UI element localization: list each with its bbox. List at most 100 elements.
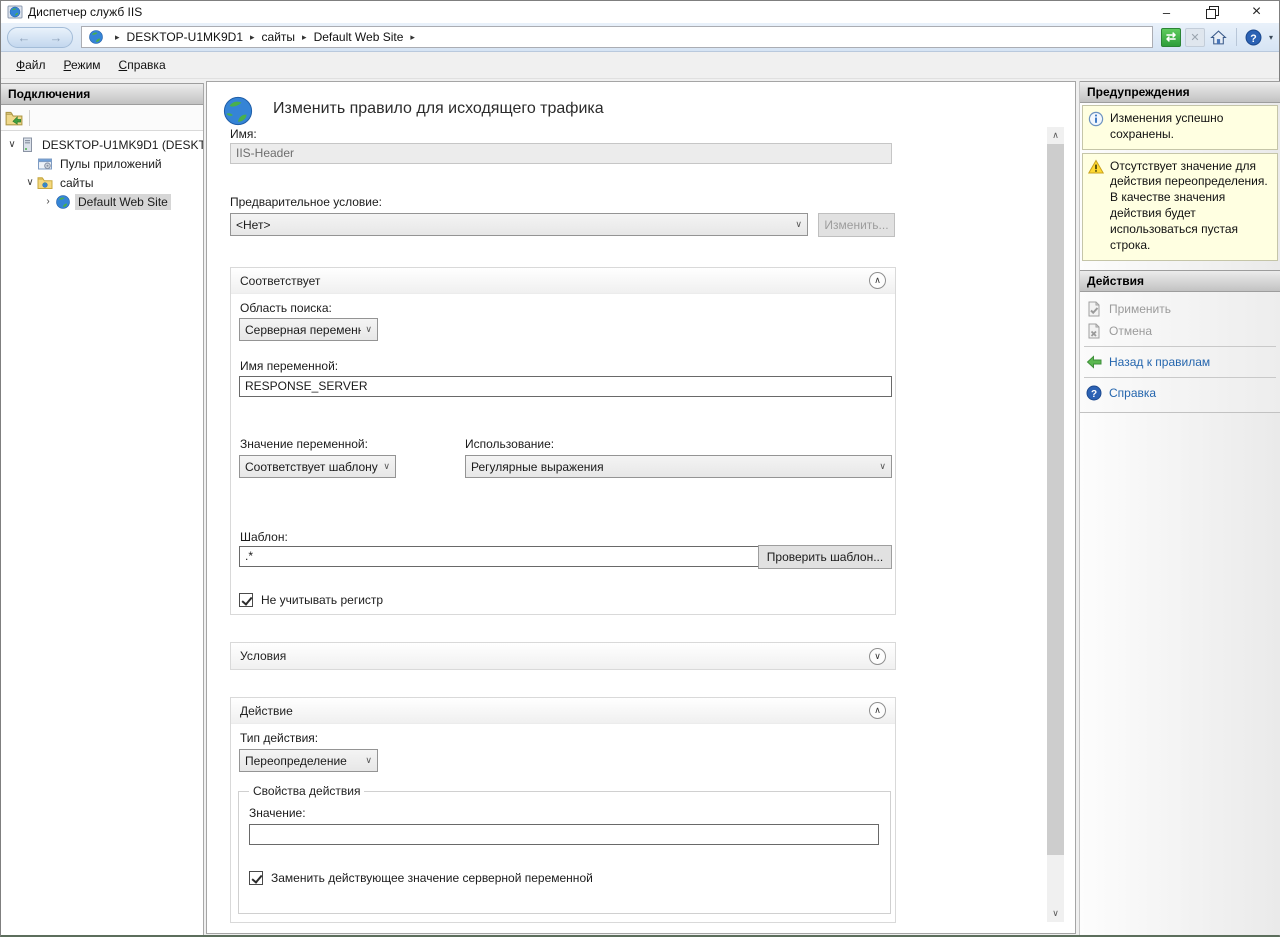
breadcrumb-arrow-icon[interactable]: ▸	[410, 32, 415, 43]
toolbar-separator	[1236, 28, 1237, 46]
action-properties-legend: Свойства действия	[249, 784, 364, 798]
close-button[interactable]: ×	[1234, 1, 1279, 23]
tree-expanded-icon[interactable]: ∨	[23, 177, 37, 188]
svg-text:?: ?	[1251, 32, 1257, 44]
stop-icon: ✕	[1190, 31, 1199, 44]
back-to-rules-label: Назад к правилам	[1109, 355, 1210, 369]
action-value-input[interactable]	[249, 824, 879, 845]
iis-app-icon	[7, 4, 23, 20]
menu-help[interactable]: Справка	[110, 54, 175, 76]
tree-collapsed-icon[interactable]: ›	[41, 196, 55, 207]
refresh-icon: ⇄	[1166, 30, 1176, 44]
chevron-down-icon: ∨	[795, 219, 802, 230]
collapse-section-button[interactable]: ∧	[869, 272, 886, 289]
action-properties-group: Свойства действия Значение: Заменить дей…	[238, 784, 891, 914]
breadcrumb-arrow-icon[interactable]: ▸	[302, 32, 307, 43]
chevron-down-icon: ∨	[365, 324, 372, 335]
scroll-up-button[interactable]: ∧	[1047, 127, 1064, 144]
conditions-section-header[interactable]: Условия ∨	[231, 643, 895, 669]
refresh-button[interactable]: ⇄	[1161, 28, 1181, 47]
tree-item-default-web-site[interactable]: › Default Web Site	[1, 192, 203, 211]
apply-action: Применить	[1080, 298, 1280, 320]
chevron-down-icon: ∨	[879, 461, 886, 472]
warning-alert: Отсутствует значение для действия переоп…	[1082, 153, 1278, 261]
iis-manager-window: Диспетчер служб IIS – × ← → ▸ DESKTOP-U1…	[0, 0, 1280, 937]
cancel-icon	[1086, 323, 1102, 339]
pattern-input[interactable]: .*	[239, 546, 759, 567]
variable-value-value: Соответствует шаблону	[245, 460, 379, 474]
tree-expanded-icon[interactable]: ∨	[5, 139, 19, 150]
expand-section-button[interactable]: ∨	[869, 648, 886, 665]
sites-folder-icon	[37, 175, 53, 191]
action-type-value: Переопределение	[245, 754, 361, 768]
minimize-icon: –	[1163, 5, 1170, 20]
ignore-case-checkbox[interactable]	[239, 593, 253, 607]
forward-icon[interactable]: →	[50, 31, 63, 44]
scrollbar-thumb[interactable]	[1047, 144, 1064, 855]
tree-item-app-pools[interactable]: Пулы приложений	[1, 154, 203, 173]
back-icon[interactable]: ←	[18, 31, 31, 44]
variable-value-select[interactable]: Соответствует шаблону ∨	[239, 455, 396, 478]
collapse-section-button[interactable]: ∧	[869, 702, 886, 719]
info-alert-text: Изменения успешно сохранены.	[1110, 111, 1273, 143]
breadcrumb-arrow-icon[interactable]: ▸	[250, 32, 255, 43]
apply-label: Применить	[1109, 302, 1171, 316]
precondition-label: Предварительное условие:	[230, 195, 382, 209]
chevron-up-icon: ∧	[874, 275, 881, 286]
menu-view[interactable]: Режим	[55, 54, 110, 76]
conditions-section: Условия ∨	[230, 642, 896, 670]
breadcrumb-item-sites[interactable]: сайты	[262, 30, 296, 44]
menu-file[interactable]: Файл	[7, 54, 55, 76]
chevron-up-icon: ∧	[874, 705, 881, 716]
workspace: Подключения ∨ DE	[1, 79, 1279, 935]
side-panel: Предупреждения Изменения успешно сохране…	[1079, 81, 1280, 935]
tree-item-server[interactable]: ∨ DESKTOP-U1MK9D1 (DESKTOP	[1, 135, 203, 154]
connections-toolbar	[1, 105, 203, 131]
match-section-title: Соответствует	[240, 274, 320, 288]
action-section-header[interactable]: Действие ∧	[231, 698, 895, 724]
using-select[interactable]: Регулярные выражения ∨	[465, 455, 892, 478]
server-icon	[19, 137, 35, 153]
help-button[interactable]: ?	[1244, 28, 1264, 47]
minimize-button[interactable]: –	[1144, 1, 1189, 23]
window-controls: – ×	[1144, 1, 1279, 23]
action-type-select[interactable]: Переопределение ∨	[239, 749, 378, 772]
replace-value-row[interactable]: Заменить действующее значение серверной …	[249, 871, 882, 885]
replace-value-label: Заменить действующее значение серверной …	[271, 871, 593, 885]
precondition-select[interactable]: <Нет> ∨	[230, 213, 808, 236]
help-link[interactable]: ? Справка	[1080, 382, 1280, 404]
tree-item-label: сайты	[57, 175, 97, 191]
breadcrumb[interactable]: ▸ DESKTOP-U1MK9D1 ▸ сайты ▸ Default Web …	[81, 26, 1153, 48]
save-connection-icon[interactable]	[5, 109, 23, 127]
window-title: Диспетчер служб IIS	[28, 5, 142, 19]
action-section: Действие ∧ Тип действия: Переопределение…	[230, 697, 896, 923]
site-globe-icon	[88, 29, 104, 45]
help-dropdown-icon[interactable]: ▾	[1269, 33, 1273, 42]
tree-item-sites[interactable]: ∨ сайты	[1, 173, 203, 192]
variable-name-label: Имя переменной:	[240, 359, 338, 373]
home-button[interactable]	[1209, 28, 1229, 47]
test-pattern-button[interactable]: Проверить шаблон...	[758, 545, 892, 569]
info-alert: Изменения успешно сохранены.	[1082, 105, 1278, 150]
match-section-header[interactable]: Соответствует ∧	[231, 268, 895, 294]
scroll-down-button[interactable]: ∨	[1047, 905, 1064, 922]
back-to-rules-link[interactable]: Назад к правилам	[1080, 351, 1280, 373]
content-scrollbar[interactable]: ∧ ∨	[1047, 127, 1064, 922]
ignore-case-row[interactable]: Не учитывать регистр	[239, 593, 383, 607]
apply-icon	[1086, 301, 1102, 317]
cancel-action: Отмена	[1080, 320, 1280, 342]
breadcrumb-item-server[interactable]: DESKTOP-U1MK9D1	[127, 30, 243, 44]
conditions-section-title: Условия	[240, 649, 286, 663]
site-globe-icon	[55, 194, 71, 210]
app-pools-icon	[37, 156, 53, 172]
connections-header: Подключения	[1, 83, 203, 105]
variable-name-input[interactable]: RESPONSE_SERVER	[239, 376, 892, 397]
restore-button[interactable]	[1189, 1, 1234, 23]
using-value: Регулярные выражения	[471, 460, 875, 474]
scope-select[interactable]: Серверная переменн ∨	[239, 318, 378, 341]
variable-value-label: Значение переменной:	[240, 437, 368, 451]
restore-icon	[1207, 8, 1216, 17]
replace-value-checkbox[interactable]	[249, 871, 263, 885]
breadcrumb-item-site[interactable]: Default Web Site	[314, 30, 404, 44]
warnings-list: Изменения успешно сохранены. Отсутствует…	[1080, 103, 1280, 270]
